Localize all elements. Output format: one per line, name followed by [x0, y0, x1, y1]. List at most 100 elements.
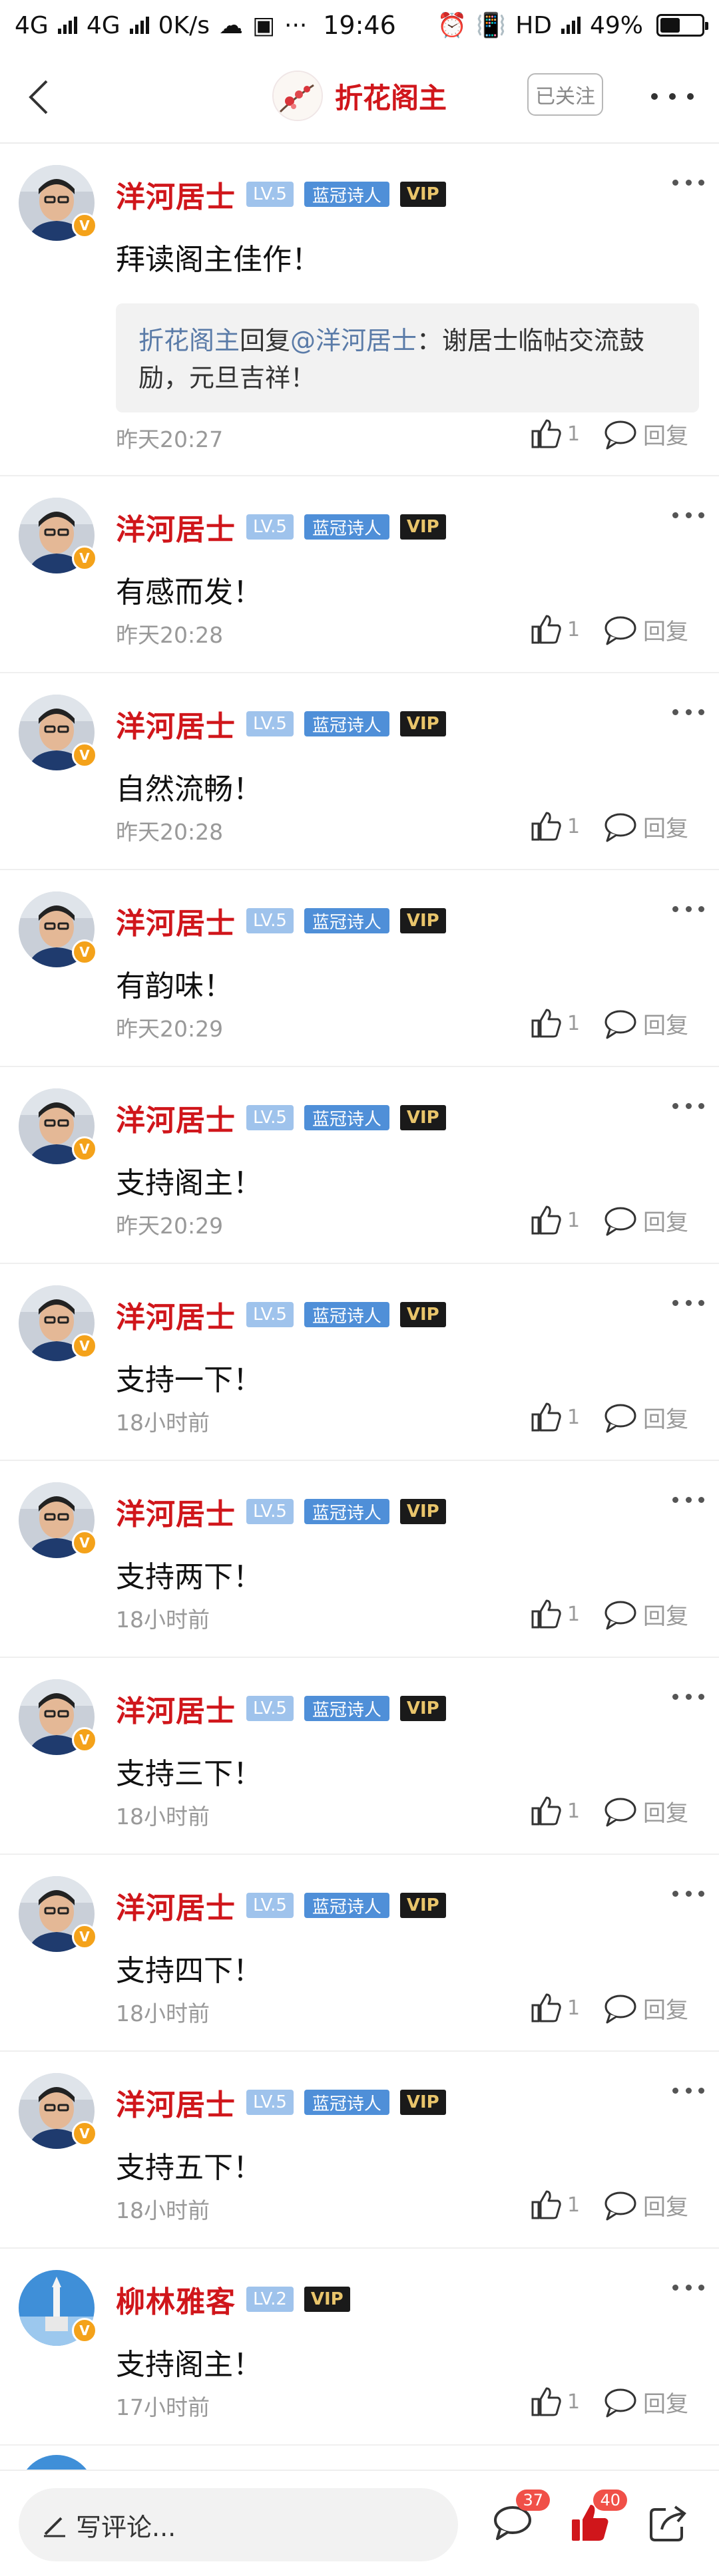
user-avatar[interactable]: V	[19, 1876, 97, 1952]
thumbs-up-icon	[531, 2387, 561, 2416]
comment-reply-button[interactable]: 回复	[603, 613, 688, 646]
comment-reply-button[interactable]: 回复	[603, 2189, 688, 2221]
comment-like-button[interactable]: 1	[530, 2189, 580, 2221]
comment-item[interactable]: V 洋河居士 LV.5 蓝冠诗人 VIP 支持阁主！ 昨天20:29 1 回复	[0, 1067, 719, 1264]
user-avatar[interactable]: V	[19, 165, 97, 241]
comment-reply-button[interactable]: 回复	[603, 1401, 688, 1434]
reply-author[interactable]: 折花阁主	[138, 326, 240, 355]
comment-item[interactable]: V 洋河居士 LV.5 蓝冠诗人 VIP 支持四下！ 18小时前 1 回复	[0, 1855, 719, 2052]
comment-username[interactable]: 洋河居士	[116, 1687, 236, 1730]
author-name[interactable]: 折花阁主	[335, 76, 447, 116]
comment-username[interactable]: 柳林雅客	[116, 2278, 236, 2321]
comment-item[interactable]: V 洋河居士 LV.5 蓝冠诗人 VIP 支持五下！ 18小时前 1 回复	[0, 2052, 719, 2249]
comment-reply-button[interactable]: 回复	[603, 810, 688, 843]
comment-time: 18小时前	[116, 2197, 210, 2223]
level-badge: LV.5	[246, 1302, 294, 1327]
level-badge: LV.2	[246, 2287, 294, 2312]
comment-reply-button[interactable]: 回复	[603, 1007, 688, 1040]
comment-text: 支持三下！	[116, 1757, 262, 1791]
comment-reply-button[interactable]: 回复	[603, 1992, 688, 2024]
comment-item[interactable]: V 洋河居士 LV.5 蓝冠诗人 VIP 支持两下！ 18小时前 1 回复	[0, 1461, 719, 1658]
user-avatar[interactable]: V	[19, 1088, 97, 1164]
level-badge: LV.5	[246, 1696, 294, 1721]
comment-more-icon[interactable]	[672, 2282, 704, 2293]
user-avatar[interactable]: V	[19, 2270, 97, 2346]
comment-item[interactable]: V 洋河居士 LV.5 蓝冠诗人 VIP 有韵味！ 昨天20:29 1 回复	[0, 870, 719, 1067]
user-avatar[interactable]: V	[19, 2073, 97, 2149]
comment-item[interactable]: V 洋河居士 LV.5 蓝冠诗人 VIP 支持三下！ 18小时前 1 回复	[0, 1658, 719, 1855]
comment-more-icon[interactable]	[672, 1100, 704, 1111]
network-label-2: 4G	[86, 11, 120, 39]
user-avatar[interactable]: V	[19, 695, 97, 770]
comment-reply-button[interactable]: 回复	[603, 2386, 688, 2418]
comment-item[interactable]: V 洋河居士 LV.5 蓝冠诗人 VIP 支持一下！ 18小时前 1 回复	[0, 1264, 719, 1461]
comment-time: 昨天20:28	[116, 622, 224, 648]
author-reply[interactable]: 折花阁主回复@洋河居士：谢居士临帖交流鼓励，元旦吉祥！	[116, 303, 699, 412]
follow-button[interactable]: 已关注	[527, 73, 603, 116]
like-button[interactable]: 40	[565, 2490, 627, 2548]
level-badge: LV.5	[246, 182, 294, 207]
comment-username[interactable]: 洋河居士	[116, 899, 236, 942]
comment-item[interactable]: V 柳林雅客 LV.2 VIP 支持阁主！ 17小时前 1 回复	[0, 2249, 719, 2446]
comment-more-icon[interactable]	[672, 1691, 704, 1702]
comment-username[interactable]: 洋河居士	[116, 1490, 236, 1533]
comment-like-button[interactable]: 1	[530, 1992, 580, 2024]
comment-username[interactable]: 洋河居士	[116, 173, 236, 216]
share-button[interactable]	[643, 2497, 694, 2548]
title-badge: 蓝冠诗人	[304, 1893, 389, 1918]
comment-username[interactable]: 洋河居士	[116, 2081, 236, 2124]
comment-like-button[interactable]: 1	[530, 1204, 580, 1236]
comment-input[interactable]: 写评论...	[19, 2488, 458, 2561]
comment-more-icon[interactable]	[672, 1494, 704, 1505]
user-avatar[interactable]: V	[19, 1679, 97, 1755]
user-avatar[interactable]: V	[19, 498, 97, 573]
reply-mention[interactable]: @洋河居士	[290, 326, 417, 355]
comment-username[interactable]: 洋河居士	[116, 703, 236, 745]
comment-like-button[interactable]: 1	[530, 1007, 580, 1039]
comment-item[interactable]: V 洋河居士 LV.5 蓝冠诗人 VIP 有感而发！ 昨天20:28 1 回复	[0, 476, 719, 673]
comment-like-button[interactable]: 1	[530, 2386, 580, 2418]
comments-button[interactable]: 37	[487, 2490, 550, 2548]
like-count-badge: 40	[593, 2490, 627, 2511]
comment-username[interactable]: 洋河居士	[116, 1293, 236, 1336]
comment-more-icon[interactable]	[672, 1888, 704, 1899]
comment-like-button[interactable]: 1	[530, 418, 580, 450]
comment-like-button[interactable]: 1	[530, 1401, 580, 1433]
comment-reply-button[interactable]: 回复	[603, 1204, 688, 1237]
comment-like-button[interactable]: 1	[530, 1598, 580, 1630]
user-avatar[interactable]: V	[19, 1482, 97, 1558]
comment-more-icon[interactable]	[672, 2085, 704, 2096]
comment-more-icon[interactable]	[672, 1297, 704, 1308]
comment-like-button[interactable]: 1	[530, 1795, 580, 1827]
comment-username[interactable]: 洋河居士	[116, 1884, 236, 1927]
comment-like-button[interactable]: 1	[530, 810, 580, 842]
user-avatar[interactable]: V	[19, 891, 97, 967]
comment-more-icon[interactable]	[672, 510, 704, 520]
comment-username[interactable]: 洋河居士	[116, 1096, 236, 1139]
comment-more-icon[interactable]	[672, 903, 704, 914]
vibrate-icon: 📳	[476, 12, 507, 39]
comment-reply-button[interactable]: 回复	[603, 1795, 688, 1828]
comment-more-icon[interactable]	[672, 707, 704, 717]
title-badge: 蓝冠诗人	[304, 711, 389, 736]
comment-time: 18小时前	[116, 1804, 210, 1830]
verified-badge-icon: V	[72, 742, 97, 768]
network-label-1: 4G	[15, 11, 49, 39]
user-avatar[interactable]: V	[19, 1285, 97, 1361]
comment-username[interactable]: 洋河居士	[116, 506, 236, 548]
comment-reply-button[interactable]: 回复	[603, 1598, 688, 1631]
comment-more-icon[interactable]	[672, 177, 704, 188]
comment-reply-button[interactable]: 回复	[603, 418, 688, 450]
comment-item[interactable]: V 洋河居士 LV.5 蓝冠诗人 VIP 拜读阁主佳作！ 折花阁主回复@洋河居士…	[0, 144, 719, 476]
vip-badge: VIP	[399, 1499, 446, 1524]
signal-icon	[129, 17, 149, 34]
cloud-icon: ☁	[219, 11, 244, 39]
comment-like-button[interactable]: 1	[530, 613, 580, 645]
reply-label: 回复	[643, 2391, 688, 2418]
author-header[interactable]: 折花阁主	[0, 71, 719, 121]
vip-badge: VIP	[399, 2090, 446, 2115]
more-options-icon[interactable]	[651, 86, 694, 106]
comment-time: 昨天20:29	[116, 1213, 224, 1239]
author-avatar[interactable]	[272, 71, 323, 121]
comment-item[interactable]: V 洋河居士 LV.5 蓝冠诗人 VIP 自然流畅！ 昨天20:28 1 回复	[0, 673, 719, 870]
